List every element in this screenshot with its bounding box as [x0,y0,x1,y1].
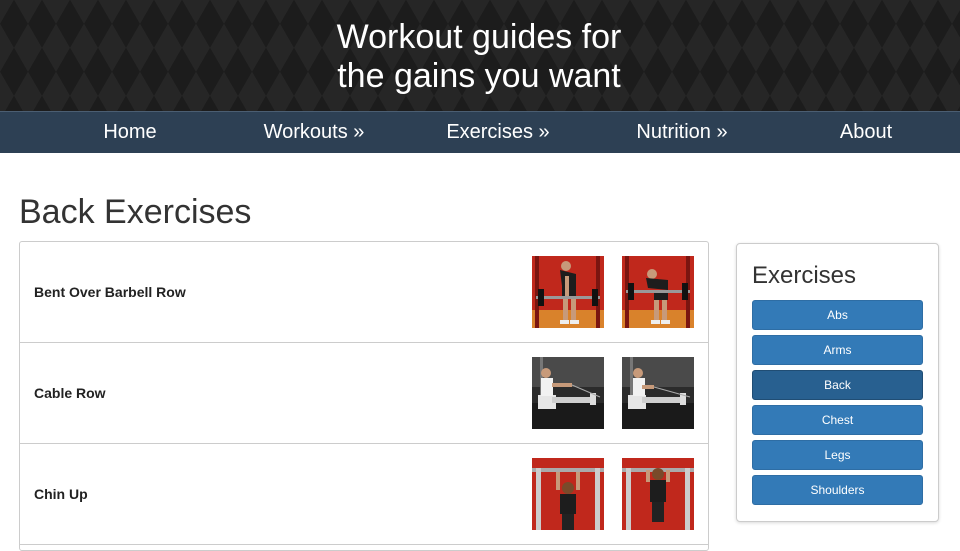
sidebar-title: Exercises [752,262,857,289]
nav-home[interactable]: Home [80,112,180,153]
chin-up-end-photo[interactable] [622,458,694,530]
category-button-shoulders[interactable]: Shoulders [752,475,923,505]
exercise-row-chin-up[interactable]: Chin Up [20,444,708,545]
bent-over-row-end-photo[interactable] [622,256,694,328]
nav-nutrition[interactable]: Nutrition » [612,112,752,153]
exercise-name[interactable]: Bent Over Barbell Row [34,242,186,342]
nav-about[interactable]: About [816,112,916,153]
category-button-abs[interactable]: Abs [752,300,923,330]
exercise-list: Bent Over Barbell Row Cable Row Chin Up [19,241,709,551]
cable-row-end-photo[interactable] [622,357,694,429]
main-nav: Home Workouts » Exercises » Nutrition » … [0,111,960,153]
exercise-row-cable-row[interactable]: Cable Row [20,343,708,444]
cable-row-start-photo[interactable] [532,357,604,429]
page-title: Back Exercises [19,193,252,231]
tagline-line-1: Workout guides for [336,18,622,56]
header-banner: Workout guides for the gains you want [0,0,960,111]
category-button-legs[interactable]: Legs [752,440,923,470]
category-button-arms[interactable]: Arms [752,335,923,365]
nav-exercises[interactable]: Exercises » [428,112,568,153]
chin-up-start-photo[interactable] [532,458,604,530]
exercise-name[interactable]: Chin Up [34,444,88,544]
category-button-chest[interactable]: Chest [752,405,923,435]
exercise-row-bent-over-barbell-row[interactable]: Bent Over Barbell Row [20,242,708,343]
bent-over-row-start-photo[interactable] [532,256,604,328]
site-tagline: Workout guides for the gains you want [0,18,958,96]
category-button-back[interactable]: Back [752,370,923,400]
exercise-name[interactable]: Cable Row [34,343,106,443]
nav-workouts[interactable]: Workouts » [244,112,384,153]
tagline-line-2: the gains you want [337,57,621,95]
exercises-sidebar: Exercises Abs Arms Back Chest Legs Shoul… [736,243,939,522]
